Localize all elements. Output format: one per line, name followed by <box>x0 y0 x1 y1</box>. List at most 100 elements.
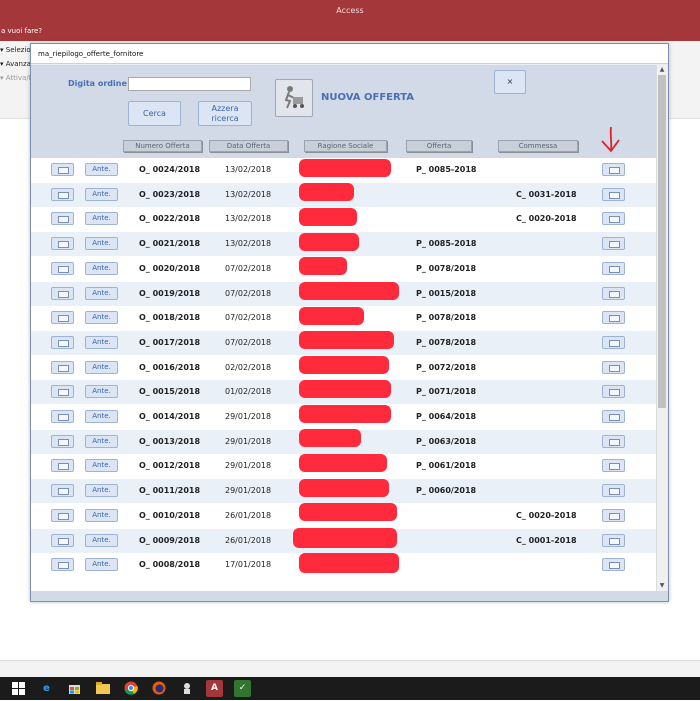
taskbar: e A ✓ <box>0 677 700 700</box>
ante-button[interactable]: Ante. <box>85 212 118 225</box>
row-action-button[interactable] <box>602 385 625 398</box>
open-record-button[interactable] <box>51 410 74 423</box>
row-action-button[interactable] <box>602 237 625 250</box>
chrome-icon[interactable] <box>122 680 139 697</box>
row-action-button[interactable] <box>602 484 625 497</box>
firefox-icon[interactable] <box>150 680 167 697</box>
row-action-button[interactable] <box>602 188 625 201</box>
col-header-offer-number[interactable]: Numero Offerta <box>123 140 202 152</box>
row-action-button[interactable] <box>602 509 625 522</box>
tell-me-box[interactable]: a vuoi fare? <box>0 21 700 41</box>
commessa-code: C_ 0020-2018 <box>516 511 577 520</box>
open-record-button[interactable] <box>51 534 74 547</box>
form-header: Digita ordine Cerca Azzera ricerca NUOVA… <box>31 65 656 158</box>
redaction-mark <box>299 553 399 573</box>
offer-date: 26/01/2018 <box>225 511 272 520</box>
scroll-down-arrow[interactable]: ▼ <box>657 581 667 591</box>
file-explorer-icon[interactable] <box>94 680 111 697</box>
ante-button[interactable]: Ante. <box>85 509 118 522</box>
ribbon-item-toggle[interactable]: ▾ Attiva/D <box>0 74 34 82</box>
row-action-button[interactable] <box>602 336 625 349</box>
open-record-button[interactable] <box>51 558 74 571</box>
ante-button[interactable]: Ante. <box>85 163 118 176</box>
row-action-button[interactable] <box>602 435 625 448</box>
offer-number: O_ 0019/2018 <box>139 289 201 298</box>
store-icon[interactable] <box>66 680 83 697</box>
open-record-button[interactable] <box>51 188 74 201</box>
scrollbar-thumb[interactable] <box>658 75 666 408</box>
ante-button[interactable]: Ante. <box>85 459 118 472</box>
vertical-scrollbar[interactable]: ▲ ▼ <box>656 65 667 591</box>
order-search-input[interactable] <box>128 77 251 91</box>
row-action-button[interactable] <box>602 361 625 374</box>
offer-number: O_ 0013/2018 <box>139 437 201 446</box>
access-icon[interactable]: A <box>206 680 223 697</box>
row-action-button[interactable] <box>602 287 625 300</box>
col-header-commessa[interactable]: Commessa <box>498 140 578 152</box>
row-action-button[interactable] <box>602 311 625 324</box>
row-action-button[interactable] <box>602 163 625 176</box>
offer-number: O_ 0022/2018 <box>139 214 201 223</box>
ante-button[interactable]: Ante. <box>85 558 118 571</box>
row-action-button[interactable] <box>602 459 625 472</box>
col-header-offer[interactable]: Offerta <box>406 140 472 152</box>
open-record-button[interactable] <box>51 385 74 398</box>
open-record-button[interactable] <box>51 459 74 472</box>
ante-button[interactable]: Ante. <box>85 435 118 448</box>
ante-button[interactable]: Ante. <box>85 410 118 423</box>
offer-date: 07/02/2018 <box>225 313 272 322</box>
row-action-button[interactable] <box>602 534 625 547</box>
ante-button[interactable]: Ante. <box>85 385 118 398</box>
redaction-mark <box>299 405 391 423</box>
app-title-bar: Access <box>0 0 700 21</box>
row-action-button[interactable] <box>602 212 625 225</box>
ribbon-item-advanced[interactable]: ▾ Avanzat <box>0 60 34 68</box>
col-header-company[interactable]: Ragione Sociale <box>304 140 387 152</box>
col-header-offer-date[interactable]: Data Offerta <box>209 140 288 152</box>
offer-number: O_ 0014/2018 <box>139 412 201 421</box>
offer-date: 13/02/2018 <box>225 239 272 248</box>
project-icon[interactable]: ✓ <box>234 680 251 697</box>
offer-number: O_ 0023/2018 <box>139 190 201 199</box>
row-action-button[interactable] <box>602 558 625 571</box>
ante-button[interactable]: Ante. <box>85 484 118 497</box>
open-record-button[interactable] <box>51 361 74 374</box>
offer-date: 13/02/2018 <box>225 190 272 199</box>
ante-button[interactable]: Ante. <box>85 188 118 201</box>
offer-date: 17/01/2018 <box>225 560 272 569</box>
open-record-button[interactable] <box>51 262 74 275</box>
redaction-mark <box>299 257 347 275</box>
open-record-button[interactable] <box>51 336 74 349</box>
app-icon[interactable] <box>178 680 195 697</box>
open-record-button[interactable] <box>51 311 74 324</box>
ante-button[interactable]: Ante. <box>85 534 118 547</box>
redaction-mark <box>299 233 359 251</box>
ante-button[interactable]: Ante. <box>85 287 118 300</box>
edge-icon[interactable]: e <box>38 680 55 697</box>
ante-button[interactable]: Ante. <box>85 311 118 324</box>
row-action-button[interactable] <box>602 262 625 275</box>
ante-button[interactable]: Ante. <box>85 262 118 275</box>
reset-search-button[interactable]: Azzera ricerca <box>198 101 252 126</box>
windows-start-icon[interactable] <box>10 680 27 697</box>
open-record-button[interactable] <box>51 509 74 522</box>
search-button[interactable]: Cerca <box>128 101 181 126</box>
row-action-button[interactable] <box>602 410 625 423</box>
open-record-button[interactable] <box>51 287 74 300</box>
offer-number: O_ 0011/2018 <box>139 486 201 495</box>
open-record-button[interactable] <box>51 163 74 176</box>
new-offer-button[interactable] <box>275 79 313 117</box>
close-form-button[interactable]: × <box>494 70 526 94</box>
open-record-button[interactable] <box>51 484 74 497</box>
open-record-button[interactable] <box>51 212 74 225</box>
offer-number: O_ 0021/2018 <box>139 239 201 248</box>
scroll-up-arrow[interactable]: ▲ <box>657 65 667 75</box>
offer-number: O_ 0012/2018 <box>139 461 201 470</box>
ante-button[interactable]: Ante. <box>85 237 118 250</box>
open-record-button[interactable] <box>51 237 74 250</box>
ante-button[interactable]: Ante. <box>85 361 118 374</box>
open-record-button[interactable] <box>51 435 74 448</box>
ante-button[interactable]: Ante. <box>85 336 118 349</box>
offer-number: O_ 0010/2018 <box>139 511 201 520</box>
redaction-mark <box>299 479 389 497</box>
